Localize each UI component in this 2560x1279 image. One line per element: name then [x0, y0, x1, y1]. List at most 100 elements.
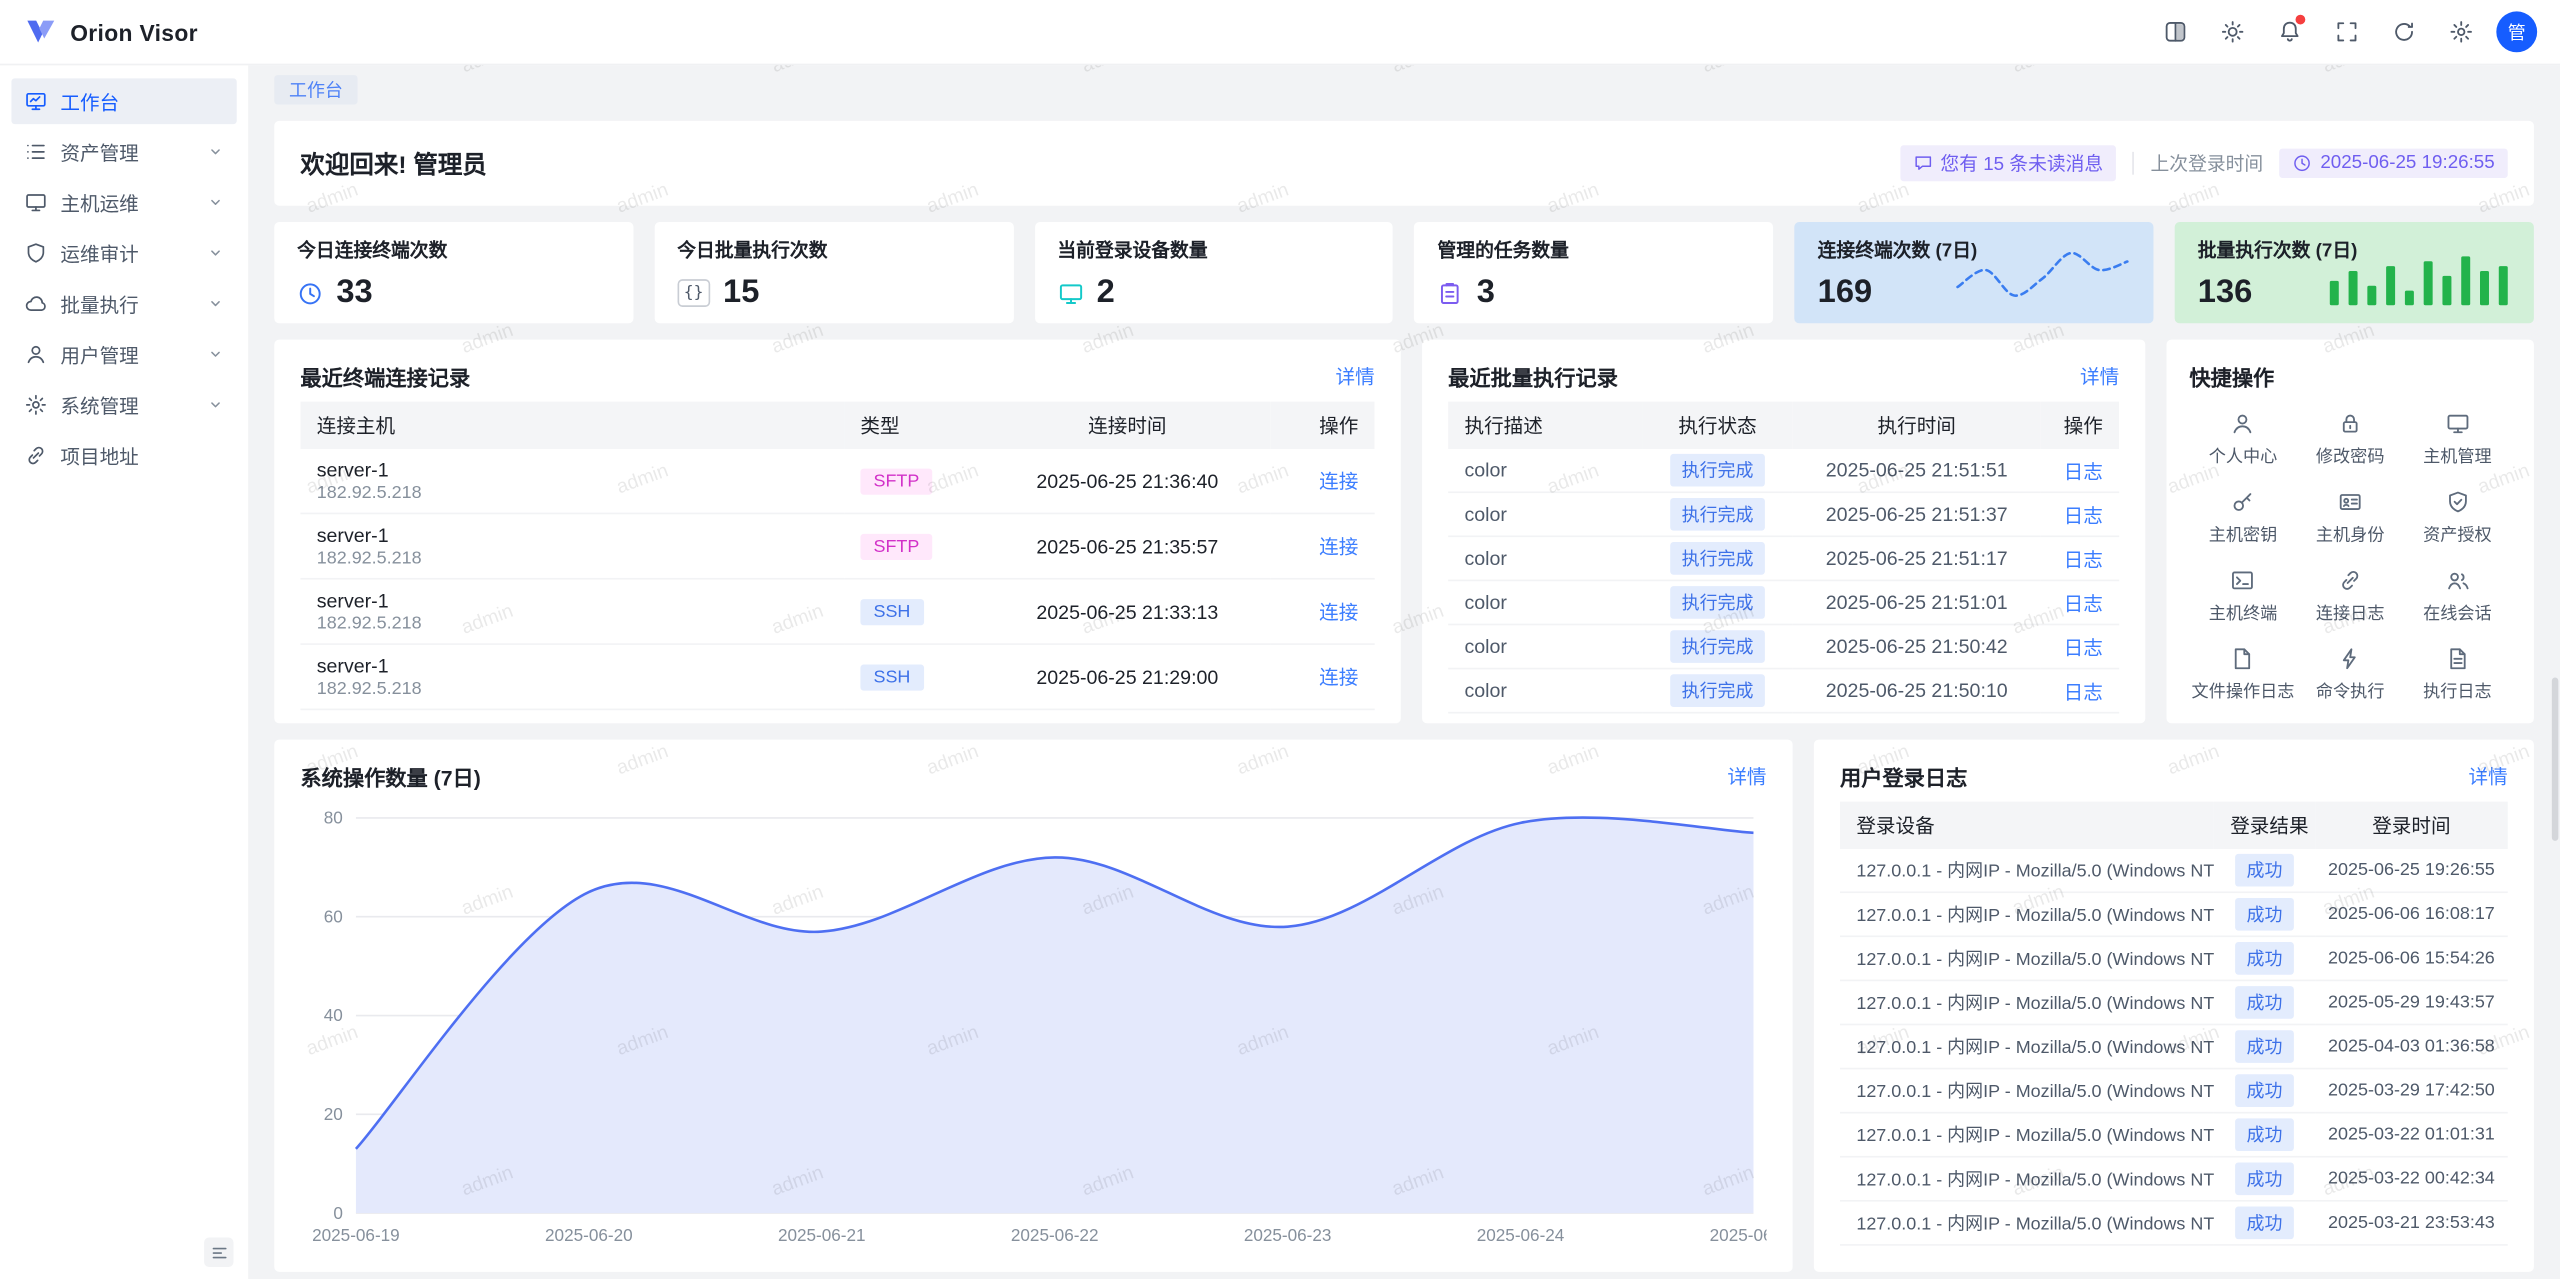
system-operations-card: 系统操作数量 (7日) 详情 0204060802025-06-192025-0… — [274, 740, 1792, 1272]
host-icon — [1057, 280, 1083, 306]
login-logs-card: 用户登录日志 详情 登录设备登录结果登录时间127.0.0.1 - 内网IP -… — [1814, 740, 2534, 1272]
avatar[interactable]: 管 — [2496, 11, 2537, 52]
result-badge: 成功 — [2235, 854, 2294, 887]
quick-action-8[interactable]: 在线会话 — [2404, 568, 2511, 625]
login-row: 127.0.0.1 - 内网IP - Mozilla/5.0 (Windows … — [1840, 1069, 2508, 1113]
type-badge: SSH — [860, 664, 923, 690]
log-link[interactable]: 日志 — [2064, 504, 2103, 527]
sidebar-item-5[interactable]: 用户管理 — [11, 331, 236, 377]
system-operations-more-link[interactable]: 详情 — [1727, 762, 1766, 790]
header-actions: 管 — [2153, 11, 2537, 53]
execution-row: color执行完成2025-06-25 21:51:01日志 — [1448, 580, 2119, 624]
quick-actions-grid: 个人中心修改密码主机管理主机密钥主机身份资产授权主机终端连接日志在线会话文件操作… — [2189, 411, 2511, 703]
log-link[interactable]: 日志 — [2064, 680, 2103, 703]
connect-link[interactable]: 连接 — [1319, 470, 1358, 493]
sidebar-item-1[interactable]: 资产管理 — [11, 129, 236, 175]
log-link[interactable]: 日志 — [2064, 548, 2103, 571]
status-badge: 执行完成 — [1670, 542, 1765, 575]
svg-text:0: 0 — [333, 1203, 343, 1223]
app-title: Orion Visor — [70, 19, 198, 45]
quick-action-5[interactable]: 资产授权 — [2404, 490, 2511, 547]
unread-messages-badge[interactable]: 您有 15 条未读消息 — [1900, 145, 2117, 181]
settings-icon[interactable] — [2439, 11, 2481, 53]
connect-link[interactable]: 连接 — [1319, 666, 1358, 689]
recent-executions-table: 执行描述执行状态执行时间操作color执行完成2025-06-25 21:51:… — [1448, 402, 2119, 714]
breadcrumb-item-workbench[interactable]: 工作台 — [274, 75, 357, 104]
svg-text:2025-06-21: 2025-06-21 — [778, 1225, 866, 1245]
result-badge: 成功 — [2235, 1118, 2294, 1151]
host-icon — [24, 191, 47, 214]
recent-executions-title: 最近批量执行记录 — [1448, 360, 1618, 391]
quick-action-4[interactable]: 主机身份 — [2297, 490, 2404, 547]
breadcrumb: 工作台 — [274, 75, 2534, 104]
connect-link[interactable]: 连接 — [1319, 601, 1358, 624]
result-badge: 成功 — [2235, 898, 2294, 931]
exec-sparkline — [2326, 250, 2514, 309]
log-link[interactable]: 日志 — [2064, 636, 2103, 659]
quick-action-11[interactable]: 执行日志 — [2404, 647, 2511, 704]
execution-row: color执行完成2025-06-25 21:51:37日志 — [1448, 492, 2119, 536]
dashboard-icon — [24, 90, 47, 113]
refresh-icon[interactable] — [2382, 11, 2424, 53]
list-icon — [24, 140, 47, 163]
quick-action-7[interactable]: 连接日志 — [2297, 568, 2404, 625]
svg-text:2025-06-19: 2025-06-19 — [312, 1225, 400, 1245]
light-mode-icon[interactable] — [2211, 11, 2253, 53]
user-icon — [24, 343, 47, 366]
system-operations-title: 系统操作数量 (7日) — [300, 760, 480, 791]
chevron-down-icon — [207, 144, 223, 160]
quick-action-10[interactable]: 命令执行 — [2297, 647, 2404, 704]
link-icon — [24, 444, 47, 467]
type-badge: SFTP — [860, 533, 932, 559]
status-badge: 执行完成 — [1670, 630, 1765, 663]
sidebar-item-4[interactable]: 批量执行 — [11, 281, 236, 327]
sidebar-item-2[interactable]: 主机运维 — [11, 180, 236, 226]
sidebar-menu: 工作台资产管理主机运维运维审计批量执行用户管理系统管理项目地址 — [0, 78, 248, 478]
quick-action-1[interactable]: 修改密码 — [2297, 411, 2404, 468]
braces-icon: {} — [677, 279, 710, 307]
idcard-icon — [2338, 490, 2362, 514]
recent-connections-more-link[interactable]: 详情 — [1335, 362, 1374, 390]
shield-icon — [24, 242, 47, 265]
recent-executions-more-link[interactable]: 详情 — [2080, 362, 2119, 390]
app-root: Orion Visor 管 工作台资产管理主机运维运维审计批量执行用户管理系统管… — [0, 0, 2560, 1279]
theme-icon[interactable] — [2153, 11, 2195, 53]
quick-action-0[interactable]: 个人中心 — [2189, 411, 2296, 468]
connection-row: server-1182.92.5.218SFTP2025-06-25 21:36… — [300, 449, 1374, 513]
cloud-icon — [24, 292, 47, 315]
host-icon — [2445, 411, 2469, 435]
sidebar-item-0[interactable]: 工作台 — [11, 78, 236, 124]
notification-dot — [2294, 12, 2307, 25]
login-row: 127.0.0.1 - 内网IP - Mozilla/5.0 (Windows … — [1840, 1201, 2508, 1245]
chevron-down-icon — [207, 397, 223, 413]
quick-action-6[interactable]: 主机终端 — [2189, 568, 2296, 625]
notifications-icon[interactable] — [2268, 11, 2310, 53]
system-operations-chart: 0204060802025-06-192025-06-202025-06-212… — [300, 798, 1766, 1260]
sidebar-item-3[interactable]: 运维审计 — [11, 230, 236, 276]
main-content: 工作台 欢迎回来! 管理员 您有 15 条未读消息 上次登录时间 2025-06… — [248, 65, 2560, 1279]
terminal-sparkline — [1951, 243, 2134, 305]
quick-action-9[interactable]: 文件操作日志 — [2189, 647, 2296, 704]
quick-actions-card: 快捷操作 个人中心修改密码主机管理主机密钥主机身份资产授权主机终端连接日志在线会… — [2167, 340, 2534, 724]
fullscreen-icon[interactable] — [2325, 11, 2367, 53]
sidebar-collapse-icon[interactable] — [204, 1238, 233, 1267]
result-badge: 成功 — [2235, 986, 2294, 1019]
terminal-icon — [2231, 568, 2255, 592]
sidebar-item-6[interactable]: 系统管理 — [11, 382, 236, 428]
user-icon — [2231, 411, 2255, 435]
login-logs-more-link[interactable]: 详情 — [2469, 762, 2508, 790]
status-badge: 执行完成 — [1670, 586, 1765, 619]
quick-action-3[interactable]: 主机密钥 — [2189, 490, 2296, 547]
scrollbar-thumb[interactable] — [2552, 678, 2559, 841]
app-logo[interactable]: Orion Visor — [23, 14, 198, 50]
login-row: 127.0.0.1 - 内网IP - Mozilla/5.0 (Windows … — [1840, 980, 2508, 1024]
log-link[interactable]: 日志 — [2064, 592, 2103, 615]
last-login-label: 上次登录时间 — [2151, 150, 2264, 176]
connect-link[interactable]: 连接 — [1319, 536, 1358, 559]
quick-action-2[interactable]: 主机管理 — [2404, 411, 2511, 468]
key-icon — [2231, 490, 2255, 514]
message-icon — [1913, 153, 1933, 173]
log-link[interactable]: 日志 — [2064, 460, 2103, 483]
sidebar-item-7[interactable]: 项目地址 — [11, 433, 236, 479]
stat-card-1: 今日批量执行次数{}15 — [654, 222, 1013, 323]
